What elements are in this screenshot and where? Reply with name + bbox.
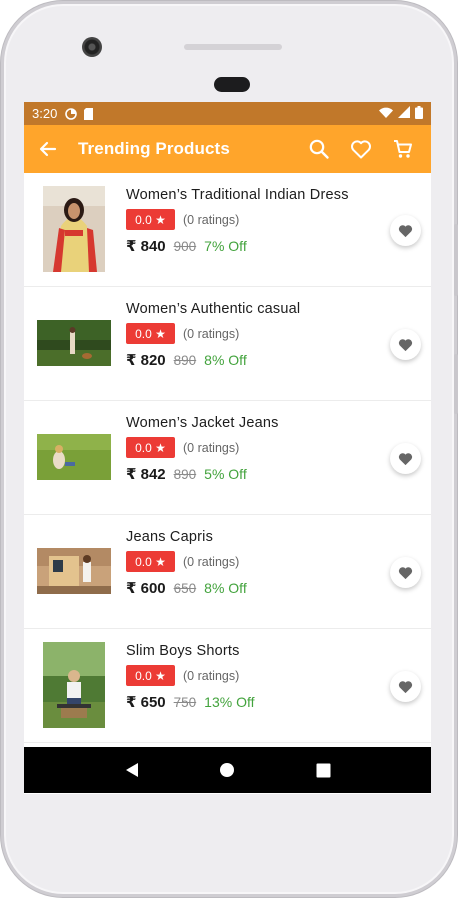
favorite-button[interactable] bbox=[390, 557, 421, 588]
product-item[interactable]: Slim Boys Shorts 0.0 ★ (0 ratings) ₹ 650… bbox=[24, 629, 431, 743]
rating-badge: 0.0 ★ bbox=[126, 323, 175, 344]
recents-square-icon[interactable] bbox=[311, 758, 335, 782]
ratings-count: (0 ratings) bbox=[183, 326, 240, 341]
cart-icon[interactable] bbox=[391, 137, 415, 161]
product-info: Slim Boys Shorts 0.0 ★ (0 ratings) ₹ 650… bbox=[126, 643, 255, 711]
rating-badge: 0.0 ★ bbox=[126, 551, 175, 572]
product-item[interactable]: Jeans Capris 0.0 ★ (0 ratings) ₹ 600 650… bbox=[24, 515, 431, 629]
status-time: 3:20 bbox=[32, 106, 58, 121]
wifi-icon bbox=[379, 106, 393, 121]
price-row: ₹ 842 890 5% Off bbox=[126, 465, 279, 483]
rating-row: 0.0 ★ (0 ratings) bbox=[126, 437, 279, 458]
product-price: ₹ 840 bbox=[126, 238, 166, 255]
rating-badge: 0.0 ★ bbox=[126, 209, 175, 230]
back-triangle-icon[interactable] bbox=[120, 758, 144, 782]
ratings-count: (0 ratings) bbox=[183, 668, 240, 683]
heart-icon bbox=[398, 566, 413, 579]
ratings-count: (0 ratings) bbox=[183, 212, 240, 227]
original-price: 890 bbox=[173, 353, 197, 368]
original-price: 650 bbox=[173, 581, 197, 596]
discount-percent: 8% Off bbox=[204, 352, 247, 368]
original-price: 890 bbox=[173, 467, 197, 482]
volume-button bbox=[454, 354, 458, 414]
product-name: Women’s Authentic casual bbox=[126, 301, 301, 317]
product-item[interactable]: Women’s Traditional Indian Dress 0.0 ★ (… bbox=[24, 173, 431, 287]
discount-percent: 8% Off bbox=[204, 580, 247, 596]
product-item[interactable]: Women’s Jacket Jeans 0.0 ★ (0 ratings) ₹… bbox=[24, 401, 431, 515]
favorite-button[interactable] bbox=[390, 443, 421, 474]
product-price: ₹ 600 bbox=[126, 580, 166, 597]
app-bar: Trending Products bbox=[24, 125, 431, 173]
rating-row: 0.0 ★ (0 ratings) bbox=[126, 665, 255, 686]
earpiece-speaker bbox=[184, 44, 282, 50]
product-info: Jeans Capris 0.0 ★ (0 ratings) ₹ 600 650… bbox=[126, 529, 247, 597]
discount-percent: 7% Off bbox=[204, 238, 247, 254]
product-name: Women’s Traditional Indian Dress bbox=[126, 187, 349, 203]
signal-icon bbox=[398, 106, 410, 121]
price-row: ₹ 650 750 13% Off bbox=[126, 693, 255, 711]
battery-icon bbox=[415, 105, 423, 122]
original-price: 900 bbox=[173, 239, 197, 254]
heart-icon bbox=[398, 680, 413, 693]
heart-icon bbox=[398, 338, 413, 351]
product-name: Slim Boys Shorts bbox=[126, 643, 240, 659]
heart-icon bbox=[398, 452, 413, 465]
rating-row: 0.0 ★ (0 ratings) bbox=[126, 323, 300, 344]
price-row: ₹ 820 890 8% Off bbox=[126, 351, 300, 369]
product-price: ₹ 842 bbox=[126, 466, 166, 483]
heart-icon[interactable] bbox=[349, 137, 373, 161]
page-title: Trending Products bbox=[78, 139, 230, 158]
product-image bbox=[36, 185, 112, 273]
product-info: Women’s Authentic casual 0.0 ★ (0 rating… bbox=[126, 301, 300, 369]
product-image bbox=[36, 299, 112, 387]
sd-card-icon bbox=[83, 107, 95, 120]
price-row: ₹ 840 900 7% Off bbox=[126, 237, 349, 255]
power-button bbox=[454, 224, 458, 296]
data-saver-icon bbox=[65, 107, 78, 120]
back-arrow-icon[interactable] bbox=[36, 137, 60, 161]
screen: 3:20 Trending Products Women’s Tradition… bbox=[24, 102, 431, 794]
discount-percent: 5% Off bbox=[204, 466, 247, 482]
system-nav-bar bbox=[24, 747, 431, 793]
price-row: ₹ 600 650 8% Off bbox=[126, 579, 247, 597]
discount-percent: 13% Off bbox=[204, 694, 255, 710]
product-info: Women’s Jacket Jeans 0.0 ★ (0 ratings) ₹… bbox=[126, 415, 279, 483]
product-price: ₹ 820 bbox=[126, 352, 166, 369]
app-bar-actions bbox=[307, 137, 415, 161]
rating-badge: 0.0 ★ bbox=[126, 437, 175, 458]
product-name: Women’s Jacket Jeans bbox=[126, 415, 279, 431]
status-bar: 3:20 bbox=[24, 102, 431, 125]
ratings-count: (0 ratings) bbox=[183, 554, 240, 569]
rating-row: 0.0 ★ (0 ratings) bbox=[126, 551, 247, 572]
product-name: Jeans Capris bbox=[126, 529, 214, 545]
product-list: Women’s Traditional Indian Dress 0.0 ★ (… bbox=[24, 173, 431, 747]
product-image bbox=[36, 413, 112, 501]
product-image bbox=[36, 527, 112, 615]
product-info: Women’s Traditional Indian Dress 0.0 ★ (… bbox=[126, 187, 349, 255]
front-camera bbox=[82, 37, 102, 57]
favorite-button[interactable] bbox=[390, 329, 421, 360]
home-circle-icon[interactable] bbox=[215, 758, 239, 782]
favorite-button[interactable] bbox=[390, 215, 421, 246]
rating-row: 0.0 ★ (0 ratings) bbox=[126, 209, 349, 230]
rating-badge: 0.0 ★ bbox=[126, 665, 175, 686]
heart-icon bbox=[398, 224, 413, 237]
status-icons bbox=[379, 105, 423, 122]
product-price: ₹ 650 bbox=[126, 694, 166, 711]
favorite-button[interactable] bbox=[390, 671, 421, 702]
ratings-count: (0 ratings) bbox=[183, 440, 240, 455]
original-price: 750 bbox=[173, 695, 197, 710]
sensor-pill bbox=[214, 77, 250, 92]
product-image bbox=[36, 641, 112, 729]
product-item[interactable]: Women’s Authentic casual 0.0 ★ (0 rating… bbox=[24, 287, 431, 401]
search-icon[interactable] bbox=[307, 137, 331, 161]
